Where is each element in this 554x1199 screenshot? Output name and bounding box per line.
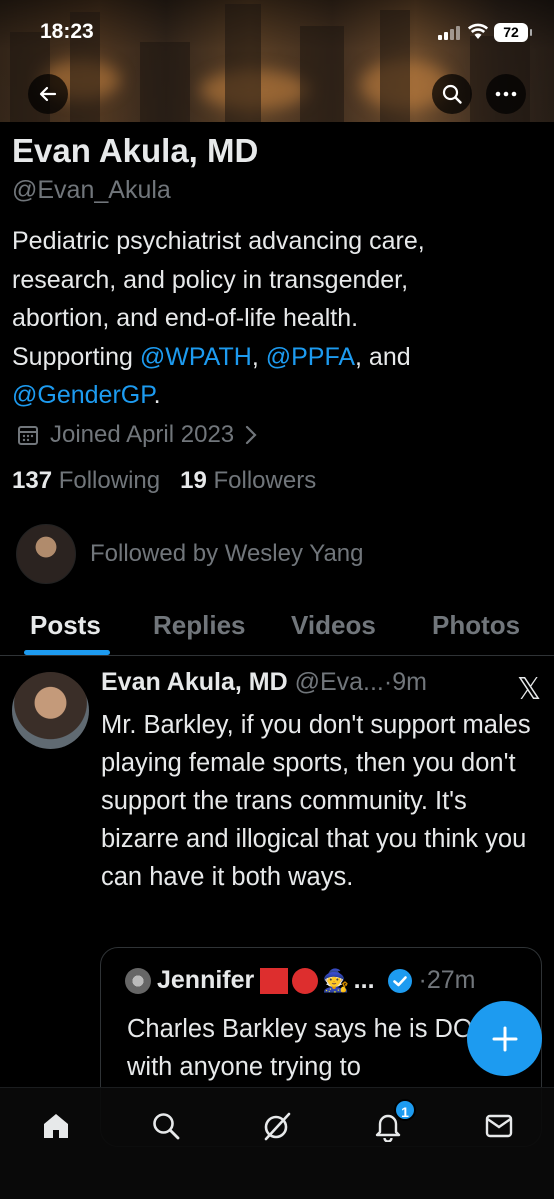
follower-avatar [16, 524, 76, 584]
calendar-icon [18, 426, 38, 445]
home-icon [44, 1114, 68, 1138]
followed-by-text: Followed by Wesley Yang [90, 540, 364, 567]
quoted-post-time: ·27m [418, 966, 476, 994]
active-tab-indicator [24, 650, 110, 655]
quoted-author-ellipsis: ... [353, 966, 375, 994]
profile-handle: @Evan_Akula [12, 176, 171, 204]
battery-icon: 72 [494, 23, 532, 42]
bio-line: research, and policy in transgender, [12, 265, 409, 294]
notifications-badge: 1 [394, 1099, 416, 1121]
plus-icon [492, 1026, 517, 1051]
bio-line: @GenderGP. [12, 376, 542, 415]
post-author-name[interactable]: Evan Akula, MD [101, 668, 288, 696]
chevron-right-icon [246, 425, 257, 445]
grok-icon [264, 1112, 291, 1141]
profile-bio: Pediatric psychiatrist advancing care, r… [12, 222, 542, 415]
status-time: 18:23 [40, 20, 94, 43]
bottom-navigation [0, 1087, 554, 1199]
bio-line: Pediatric psychiatrist advancing care, [12, 227, 425, 255]
profile-tabs: Posts Replies Videos Photos [0, 600, 554, 656]
search-button[interactable] [432, 74, 472, 114]
followers-count: 19 [180, 467, 207, 494]
tab-posts[interactable]: Posts [30, 610, 101, 641]
verified-badge-icon [387, 968, 412, 993]
nav-search[interactable] [146, 1106, 186, 1146]
joined-date[interactable]: Joined April 2023 [16, 420, 270, 450]
quoted-author-name: Jennifer [157, 966, 255, 994]
x-logo-icon: 𝕏 [517, 672, 542, 707]
post-author-handle: @Eva... [294, 668, 384, 696]
nav-home[interactable] [36, 1106, 76, 1146]
status-bar: 18:23 72 [0, 0, 554, 64]
post-header: Evan Akula, MD @Eva...·9m [101, 668, 427, 697]
bio-line: Supporting @WPATH, @PPFA, and [12, 338, 542, 377]
bio-text: , [251, 342, 266, 371]
bio-text: , and [355, 342, 411, 371]
joined-text: Joined April 2023 [50, 421, 235, 448]
followers-link[interactable]: 19 Followers [180, 467, 316, 494]
post-text: Mr. Barkley, if you don't support males … [101, 711, 531, 891]
profile-name: Evan Akula, MD [12, 132, 259, 169]
witch-emoji: 🧙 [322, 967, 350, 993]
follow-stats: 137 Following 19 Followers [12, 467, 316, 495]
tab-videos[interactable]: Videos [291, 610, 376, 641]
arrow-left-icon [39, 86, 57, 102]
quoted-author-avatar [125, 967, 151, 994]
search-icon [153, 1113, 180, 1140]
nav-messages[interactable] [479, 1106, 519, 1146]
following-count: 137 [12, 467, 53, 494]
compose-post-button[interactable] [467, 1001, 542, 1076]
post-time: ·9m [383, 668, 427, 696]
red-circle-emoji [292, 967, 319, 994]
nav-grok[interactable] [257, 1106, 297, 1146]
post-author-avatar[interactable] [12, 672, 89, 749]
mention-link-wpath[interactable]: @WPATH [140, 343, 252, 371]
tab-replies[interactable]: Replies [153, 610, 246, 641]
search-icon [442, 84, 462, 104]
cellular-signal-icon [438, 26, 460, 40]
following-label: Following [58, 467, 161, 494]
bio-text: . [153, 381, 161, 409]
quoted-post-header: Jennifer 🧙 ... ·27m [125, 966, 475, 995]
bio-text: Supporting [12, 342, 140, 371]
following-link[interactable]: 137 Following [12, 467, 160, 494]
red-square-emoji [260, 967, 289, 994]
tab-photos[interactable]: Photos [432, 610, 520, 641]
bio-line: abortion, and end-of-life health. [12, 304, 359, 332]
back-button[interactable] [28, 74, 68, 114]
followers-label: Followers [213, 467, 317, 494]
mail-icon [485, 1114, 513, 1138]
more-dots-icon [495, 91, 517, 97]
mention-link-ppfa[interactable]: @PPFA [266, 343, 355, 371]
quoted-post-text: Charles Barkley says he is DONE with any… [127, 1015, 509, 1081]
wifi-icon [467, 23, 489, 39]
mention-link-gendergp[interactable]: @GenderGP [12, 381, 154, 409]
more-options-button[interactable] [486, 74, 526, 114]
followed-by[interactable]: Followed by Wesley Yang [16, 524, 363, 584]
